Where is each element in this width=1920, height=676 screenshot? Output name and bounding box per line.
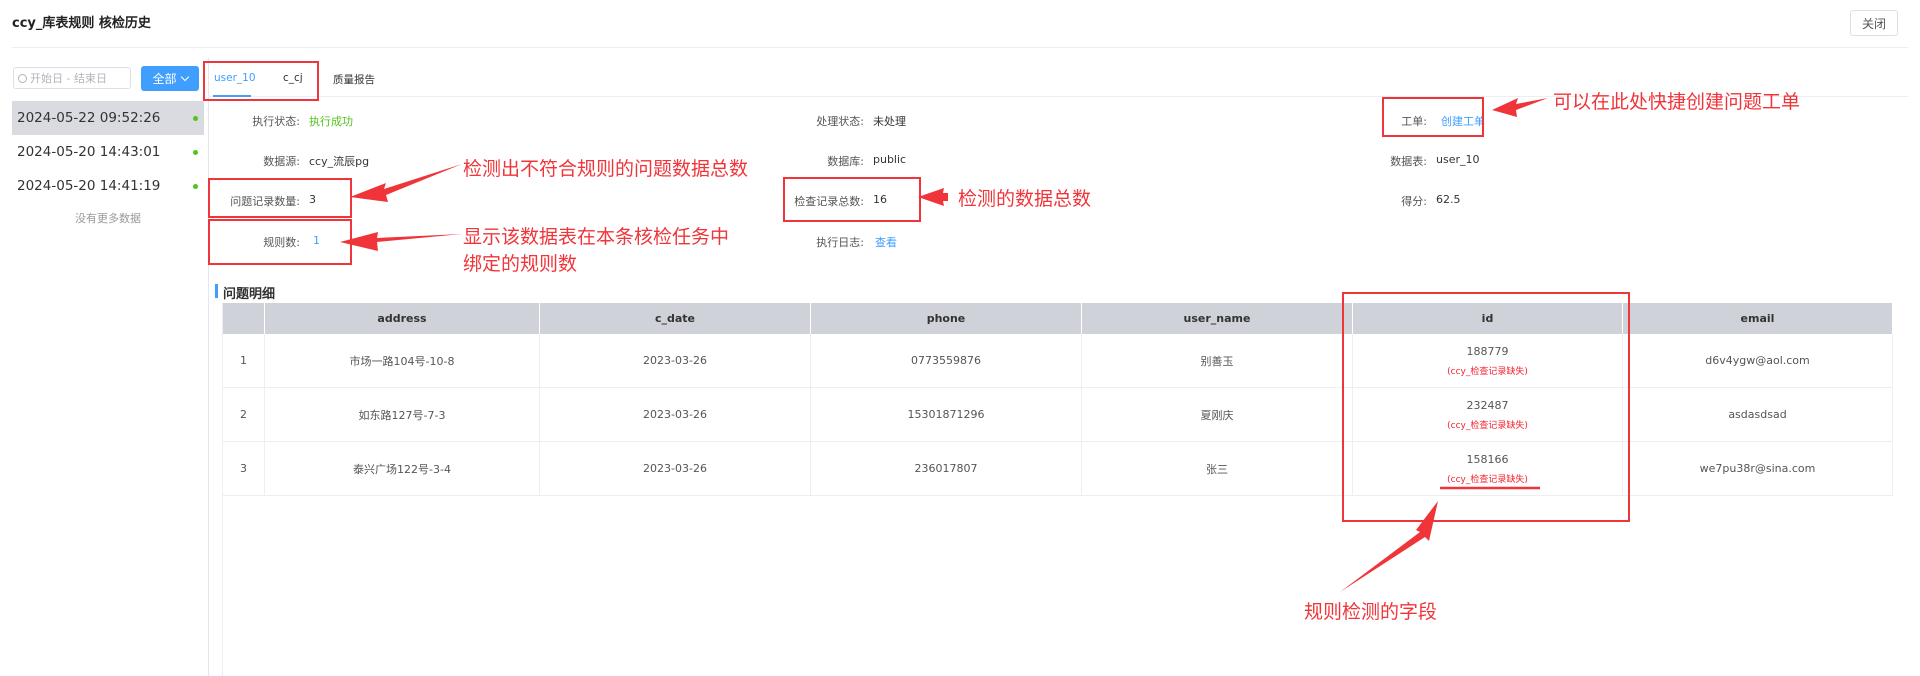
cell-user-name: 别善玉 (1081, 334, 1353, 388)
column-header-index (222, 303, 265, 334)
view-log-link[interactable]: 查看 (875, 234, 897, 250)
column-header-address[interactable]: address (264, 303, 540, 334)
datasource-label: 数据源: (263, 155, 300, 168)
history-item-time: 2024-05-22 09:52:26 (17, 110, 161, 126)
exec-status-label: 执行状态: (252, 115, 300, 128)
annotation-text-ticket: 可以在此处快捷创建问题工单 (1553, 91, 1801, 113)
score-label: 得分: (1401, 195, 1427, 208)
table-row: 3 泰兴广场122号-3-4 2023-03-26 236017807 张三 1… (222, 441, 1893, 496)
tab-quality-report[interactable]: 质量报告 (333, 72, 375, 87)
date-range-placeholder: 开始日 - 结束日 (30, 72, 107, 85)
annotation-text-field: 规则检测的字段 (1304, 601, 1438, 623)
section-accent-bar (215, 284, 218, 298)
cell-address: 如东路127号-7-3 (264, 387, 540, 442)
proc-status-value: 未处理 (873, 115, 906, 128)
table-label: 数据表: (1390, 155, 1427, 168)
table-row: 2 如东路127号-7-3 2023-03-26 15301871296 夏刚庆… (222, 387, 1893, 442)
annotation-box-ticket (1382, 97, 1484, 137)
database-label: 数据库: (827, 155, 864, 168)
clock-icon (18, 73, 27, 83)
exec-log-label: 执行日志: (816, 236, 864, 249)
date-range-input[interactable]: 开始日 - 结束日 (13, 67, 131, 89)
page-title: ccy_库表规则 核检历史 (12, 16, 151, 31)
annotation-arrow-ticket (1492, 98, 1548, 117)
history-item-time: 2024-05-20 14:41:19 (17, 178, 161, 194)
column-header-phone[interactable]: phone (810, 303, 1082, 334)
datasource-value: ccy_流辰pg (309, 155, 370, 168)
cell-phone: 236017807 (810, 441, 1082, 496)
history-item[interactable]: 2024-05-20 14:41:19 (12, 169, 204, 203)
history-item[interactable]: 2024-05-22 09:52:26 (12, 101, 204, 135)
annotation-arrow-rule-count (340, 232, 462, 251)
cell-phone: 15301871296 (810, 387, 1082, 442)
column-header-email[interactable]: email (1622, 303, 1893, 334)
column-header-user-name[interactable]: user_name (1081, 303, 1353, 334)
cell-phone: 0773559876 (810, 334, 1082, 388)
row-index: 1 (222, 334, 265, 388)
issue-detail-table: address c_date phone user_name id email … (222, 303, 1893, 496)
annotation-arrow-issue-count (350, 164, 462, 202)
cell-c-date: 2023-03-26 (539, 441, 811, 496)
chevron-down-icon (180, 72, 189, 82)
annotation-box-rule-count (208, 219, 352, 265)
annotation-text-check-total: 检测的数据总数 (958, 188, 1092, 210)
annotation-text-rule-count-line2: 绑定的规则数 (463, 253, 578, 275)
cell-user-name: 张三 (1081, 441, 1353, 496)
annotation-box-id-column (1342, 292, 1630, 522)
column-header-c-date[interactable]: c_date (539, 303, 811, 334)
cell-c-date: 2023-03-26 (539, 387, 811, 442)
table-value: user_10 (1436, 153, 1480, 166)
cell-email: d6v4ygw@aol.com (1622, 334, 1893, 388)
annotation-box-issue-count (208, 178, 352, 218)
scope-label: 全部 (152, 72, 177, 86)
close-button[interactable]: 关闭 (1850, 10, 1898, 36)
annotation-box-check-total (783, 177, 921, 222)
section-title: 问题明细 (223, 287, 276, 302)
header-divider (12, 47, 1908, 48)
database-value: public (873, 153, 907, 166)
row-index: 2 (222, 387, 265, 442)
no-more-data-text: 没有更多数据 (75, 212, 141, 225)
history-item[interactable]: 2024-05-20 14:43:01 (12, 135, 204, 169)
cell-email: asdasdsad (1622, 387, 1893, 442)
annotation-arrow-check-total (918, 188, 948, 206)
cell-address: 市场一路104号-10-8 (264, 334, 540, 388)
annotation-arrow-check-total-tail (946, 193, 948, 201)
annotation-box-tabs (203, 61, 319, 101)
sidebar-divider (208, 58, 209, 676)
proc-status-label: 处理状态: (816, 115, 864, 128)
cell-address: 泰兴广场122号-3-4 (264, 441, 540, 496)
exec-status-value: 执行成功 (309, 115, 353, 128)
scope-dropdown-button[interactable]: 全部 (141, 66, 199, 91)
score-value: 62.5 (1436, 193, 1461, 206)
annotation-arrow-check-total-shaft (943, 193, 948, 201)
table-header-row: address c_date phone user_name id email (222, 303, 1893, 334)
success-dot-icon (193, 183, 198, 189)
row-index: 3 (222, 441, 265, 496)
annotation-text-issue-count: 检测出不符合规则的问题数据总数 (463, 158, 749, 180)
table-row: 1 市场一路104号-10-8 2023-03-26 0773559876 别善… (222, 334, 1893, 388)
cell-c-date: 2023-03-26 (539, 334, 811, 388)
cell-user-name: 夏刚庆 (1081, 387, 1353, 442)
history-item-time: 2024-05-20 14:43:01 (17, 144, 161, 160)
annotation-text-rule-count-line1: 显示该数据表在本条核检任务中 (463, 226, 730, 248)
cell-email: we7pu38r@sina.com (1622, 441, 1893, 496)
